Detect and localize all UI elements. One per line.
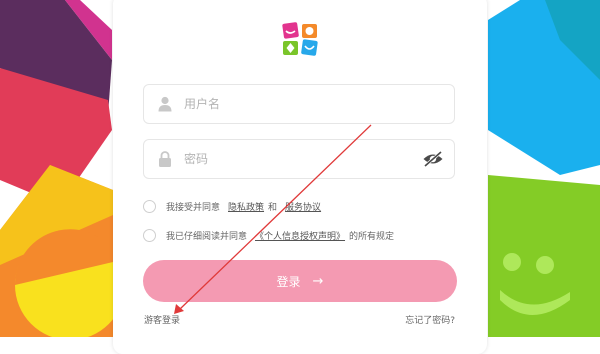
agreement-privacy-radio[interactable] (143, 199, 156, 213)
smiley-tiles-logo (282, 22, 318, 56)
user-icon (158, 96, 172, 112)
bg-shape-green-eye-right (536, 256, 554, 274)
lock-icon (159, 151, 171, 167)
login-button-label: 登录 (276, 274, 301, 289)
agreement-authorization-row: 我已仔细阅读并同意 《个人信息授权声明》 的所有规定 (143, 227, 398, 243)
username-input[interactable] (184, 85, 404, 123)
arrow-right-icon: → (312, 273, 324, 289)
service-agreement-link[interactable]: 服务协议 (285, 200, 321, 213)
agreement-authorization-text: 我已仔细阅读并同意 (166, 231, 248, 242)
agreement-privacy-text: 我接受并同意 (166, 202, 221, 213)
agreement-authorization-radio[interactable] (143, 228, 156, 242)
agreement-conjunction: 和 (268, 202, 278, 213)
agreement-privacy-row: 我接受并同意 隐私政策 和 服务协议 (143, 198, 325, 214)
login-button[interactable]: 登录 → (143, 260, 457, 302)
forgot-password-link[interactable]: 忘记了密码? (405, 313, 455, 326)
privacy-policy-link[interactable]: 隐私政策 (228, 200, 264, 213)
eye-off-icon[interactable] (422, 150, 444, 168)
username-field[interactable] (143, 84, 455, 124)
bg-shape-green-eye (503, 253, 521, 271)
password-field[interactable] (143, 139, 455, 179)
agreement-authorization-suffix: 的所有规定 (349, 231, 395, 242)
authorization-statement-link[interactable]: 《个人信息授权声明》 (255, 229, 345, 242)
password-input[interactable] (184, 140, 404, 178)
guest-login-link[interactable]: 游客登录 (144, 313, 180, 326)
